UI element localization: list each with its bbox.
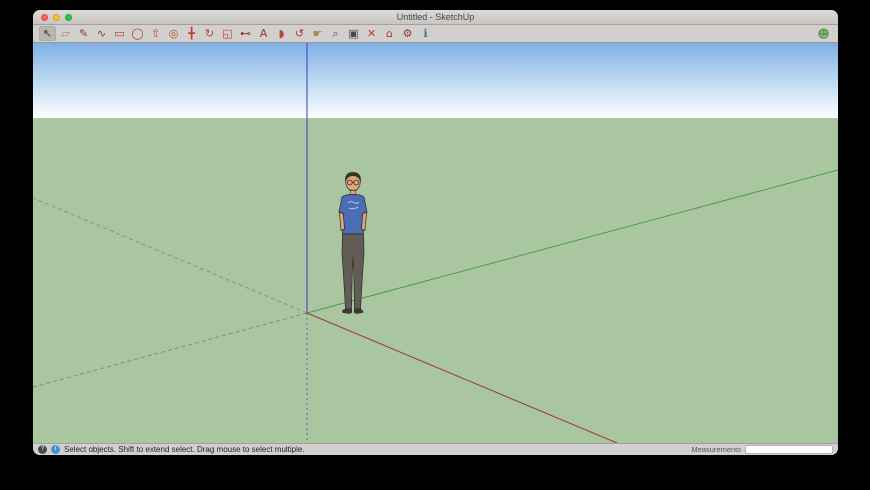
tool-icon: ◗ <box>279 28 285 39</box>
scale-figure[interactable] <box>329 171 377 315</box>
figure-left-shoe <box>342 309 351 314</box>
zoom-extents-tool-button[interactable]: ▣ <box>345 26 362 41</box>
green-axis <box>307 170 838 313</box>
scale-tool-button[interactable]: ◱ <box>219 26 236 41</box>
figure-pants <box>342 234 364 309</box>
window-title: Untitled - SketchUp <box>33 10 838 25</box>
zoom-tool-button[interactable]: ⌕ <box>327 26 344 41</box>
red-axis-negative <box>33 198 307 313</box>
freehand-tool-button[interactable]: ∿ <box>93 26 110 41</box>
pan-tool-button[interactable]: ☛ <box>309 26 326 41</box>
tool-icon: ⚙ <box>403 28 413 39</box>
account-avatar-icon[interactable]: ☻ <box>815 26 832 41</box>
green-axis-negative <box>33 313 307 387</box>
tool-icon: ↺ <box>295 28 304 39</box>
shapes-tool-button[interactable]: ◯ <box>129 26 146 41</box>
tool-icon: ▭ <box>114 28 124 39</box>
tool-icon: ∿ <box>97 28 106 39</box>
red-axis <box>307 313 617 443</box>
eraser-tool-button[interactable]: ▱ <box>57 26 74 41</box>
tool-icon: ▣ <box>348 28 358 39</box>
tool-icon: ▱ <box>61 28 69 39</box>
tool-icon: ⌂ <box>386 28 393 39</box>
tool-icon: ✕ <box>367 28 376 39</box>
model-info-tool-button[interactable]: ℹ <box>417 26 434 41</box>
tool-icon: A <box>260 28 268 39</box>
extension-warehouse-tool-button[interactable]: ⚙ <box>399 26 416 41</box>
axes-tool-button[interactable]: ✕ <box>363 26 380 41</box>
offset-tool-button[interactable]: ◎ <box>165 26 182 41</box>
tool-icon: ◎ <box>169 28 179 39</box>
figure-right-shoe <box>354 309 363 314</box>
tool-icon: ↖ <box>43 28 52 39</box>
traffic-lights <box>41 14 72 21</box>
rectangle-tool-button[interactable]: ▭ <box>111 26 128 41</box>
rotate-tool-button[interactable]: ↻ <box>201 26 218 41</box>
three-d-warehouse-tool-button[interactable]: ⌂ <box>381 26 398 41</box>
tool-icon: ✎ <box>79 28 88 39</box>
figure-right-arm <box>362 213 367 231</box>
minimize-button[interactable] <box>53 14 60 21</box>
measurements-input[interactable] <box>745 445 833 454</box>
title-bar[interactable]: Untitled - SketchUp <box>33 10 838 25</box>
toolbar-tools: ↖ ▱ ✎ ∿ ▭ ◯ ⇧ ◎ ╋ ↻ ◱ ⊷ A ◗ ↺ ☛ ⌕ ▣ ✕ ⌂ ⚙ ℹ <box>39 26 434 41</box>
text-tool-button[interactable]: A <box>255 26 272 41</box>
drawing-axes <box>33 43 838 443</box>
tool-icon: ☛ <box>313 28 323 39</box>
tape-measure-tool-button[interactable]: ⊷ <box>237 26 254 41</box>
figure-left-arm <box>340 213 345 231</box>
tool-icon: ⌕ <box>332 28 338 39</box>
close-button[interactable] <box>41 14 48 21</box>
zoom-button[interactable] <box>65 14 72 21</box>
viewport[interactable] <box>33 43 838 443</box>
status-bar: ? i Select objects. Shift to extend sele… <box>33 443 838 455</box>
help-icon[interactable]: ? <box>38 445 47 454</box>
line-tool-button[interactable]: ✎ <box>75 26 92 41</box>
tool-icon: ◱ <box>222 28 232 39</box>
move-tool-button[interactable]: ╋ <box>183 26 200 41</box>
info-icon[interactable]: i <box>51 445 60 454</box>
toolbar: ↖ ▱ ✎ ∿ ▭ ◯ ⇧ ◎ ╋ ↻ ◱ ⊷ A ◗ ↺ ☛ ⌕ ▣ ✕ ⌂ ⚙ ℹ ☻ <box>33 25 838 43</box>
desktop-background: Untitled - SketchUp ↖ ▱ ✎ ∿ ▭ ◯ ⇧ ◎ ╋ ↻ ◱ ⊷ A ◗ ↺ ☛ ⌕ ▣ ✕ ⌂… <box>0 0 870 490</box>
sketchup-window: Untitled - SketchUp ↖ ▱ ✎ ∿ ▭ ◯ ⇧ ◎ ╋ ↻ ◱ ⊷ A ◗ ↺ ☛ ⌕ ▣ ✕ ⌂… <box>33 10 838 455</box>
measurements-label: Measurements <box>691 445 741 454</box>
push-pull-tool-button[interactable]: ⇧ <box>147 26 164 41</box>
tool-icon: ⇧ <box>151 28 160 39</box>
tool-icon: ↻ <box>205 28 214 39</box>
status-hint: Select objects. Shift to extend select. … <box>64 445 305 454</box>
tool-icon: ╋ <box>188 28 195 39</box>
paint-bucket-tool-button[interactable]: ◗ <box>273 26 290 41</box>
orbit-tool-button[interactable]: ↺ <box>291 26 308 41</box>
tool-icon: ◯ <box>131 28 143 39</box>
select-tool-button[interactable]: ↖ <box>39 26 56 41</box>
tool-icon: ⊷ <box>240 28 251 39</box>
tool-icon: ℹ <box>423 28 427 39</box>
